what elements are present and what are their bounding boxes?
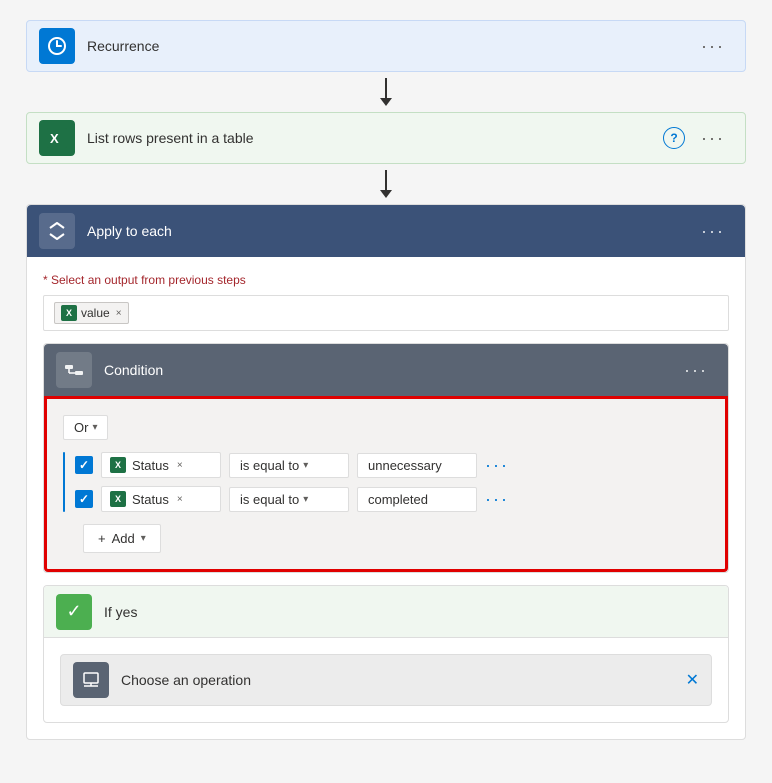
apply-each-container: Apply to each ··· * Select an output fro…	[26, 204, 746, 740]
if-yes-body: Choose an operation ✕	[44, 638, 728, 722]
condition-rows: X Status × is equal to ▾ unnecessary	[75, 452, 509, 512]
choose-op: Choose an operation ✕	[60, 654, 712, 706]
or-label: Or	[74, 420, 88, 435]
value-tag-container[interactable]: X value ×	[43, 295, 729, 331]
condition-body: Or ▾ X Status	[44, 396, 728, 572]
operator-2[interactable]: is equal to ▾	[229, 487, 349, 512]
apply-each-title: Apply to each	[87, 223, 693, 239]
if-yes-icon: ✓	[56, 594, 92, 630]
apply-each-body: * Select an output from previous steps X…	[27, 257, 745, 739]
or-button[interactable]: Or ▾	[63, 415, 108, 440]
checkbox-2[interactable]	[75, 490, 93, 508]
value-1-text: unnecessary	[368, 458, 442, 473]
field-1[interactable]: X Status ×	[101, 452, 221, 478]
flow-container: Recurrence ··· X List rows present in a …	[26, 20, 746, 740]
field-2-close[interactable]: ×	[177, 494, 183, 505]
field-2-label: Status	[132, 492, 169, 507]
if-yes-title: If yes	[104, 604, 716, 620]
value-2-text: completed	[368, 492, 428, 507]
value-tag: X value ×	[54, 302, 129, 324]
condition-more[interactable]: ···	[676, 356, 716, 385]
condition-header: Condition ···	[44, 344, 728, 396]
list-rows-title: List rows present in a table	[87, 130, 663, 146]
value-2[interactable]: completed	[357, 487, 477, 512]
recurrence-icon	[39, 28, 75, 64]
add-chevron: ▾	[141, 533, 146, 544]
field-1-close[interactable]: ×	[177, 460, 183, 471]
apply-each-header: Apply to each ···	[27, 205, 745, 257]
choose-op-title: Choose an operation	[121, 672, 686, 688]
svg-text:X: X	[50, 131, 59, 146]
value-1[interactable]: unnecessary	[357, 453, 477, 478]
operator-1[interactable]: is equal to ▾	[229, 453, 349, 478]
apply-each-more[interactable]: ···	[693, 217, 733, 246]
tag-excel-icon: X	[61, 305, 77, 321]
value-tag-label: value	[81, 306, 110, 320]
choose-op-icon	[73, 662, 109, 698]
operator-1-chevron: ▾	[303, 460, 308, 471]
add-plus: +	[98, 531, 106, 546]
operator-1-label: is equal to	[240, 458, 299, 473]
excel-icon: X	[39, 120, 75, 156]
list-rows-more[interactable]: ···	[693, 124, 733, 153]
condition-rows-wrapper: X Status × is equal to ▾ unnecessary	[63, 452, 709, 512]
field-1-label: Status	[132, 458, 169, 473]
condition-icon	[56, 352, 92, 388]
checkbox-1[interactable]	[75, 456, 93, 474]
choose-op-close[interactable]: ✕	[686, 670, 699, 690]
apply-each-icon	[39, 213, 75, 249]
row-1-more[interactable]: ···	[485, 455, 509, 476]
if-yes-header: ✓ If yes	[44, 586, 728, 638]
field-2[interactable]: X Status ×	[101, 486, 221, 512]
operator-2-chevron: ▾	[303, 494, 308, 505]
or-chevron: ▾	[92, 422, 97, 433]
tag-close[interactable]: ×	[116, 308, 122, 319]
condition-container: Condition ··· Or ▾	[43, 343, 729, 573]
help-icon[interactable]: ?	[663, 127, 685, 149]
row-2-more[interactable]: ···	[485, 489, 509, 510]
add-label: Add	[112, 531, 135, 546]
list-rows-step: X List rows present in a table ? ···	[26, 112, 746, 164]
condition-title: Condition	[104, 362, 676, 378]
arrow-2	[380, 164, 392, 204]
blue-connector-line	[63, 452, 65, 512]
select-output-label: * Select an output from previous steps	[43, 273, 729, 287]
recurrence-title: Recurrence	[87, 38, 693, 54]
arrow-1	[380, 72, 392, 112]
condition-row-2: X Status × is equal to ▾ completed	[75, 486, 509, 512]
field-excel-icon-1: X	[110, 457, 126, 473]
add-button[interactable]: + Add ▾	[83, 524, 161, 553]
if-yes-container: ✓ If yes Choose an operation	[43, 585, 729, 723]
recurrence-more[interactable]: ···	[693, 32, 733, 61]
operator-2-label: is equal to	[240, 492, 299, 507]
condition-row-1: X Status × is equal to ▾ unnecessary	[75, 452, 509, 478]
recurrence-step: Recurrence ···	[26, 20, 746, 72]
field-excel-icon-2: X	[110, 491, 126, 507]
